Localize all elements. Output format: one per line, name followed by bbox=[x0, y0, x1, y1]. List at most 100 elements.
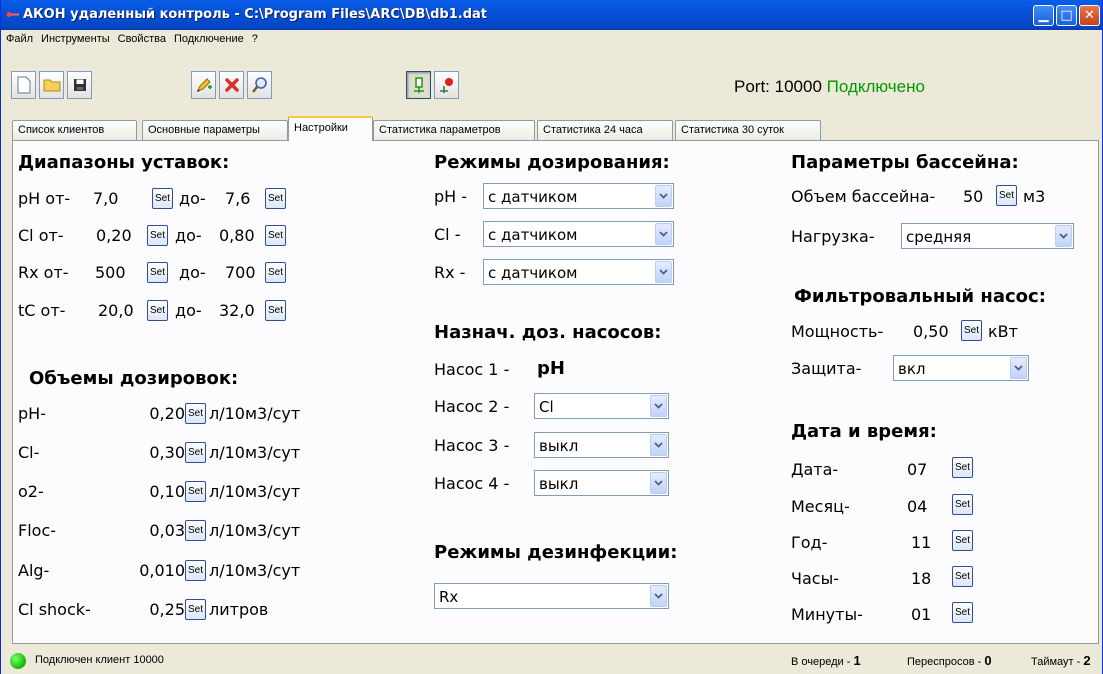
filter-protection-select[interactable]: вкл bbox=[893, 355, 1029, 381]
menu-connection[interactable]: Подключение bbox=[169, 30, 247, 45]
dosing-ph-value: с датчиком bbox=[488, 188, 578, 206]
minimize-button[interactable]: ▁ bbox=[1033, 5, 1054, 26]
new-button[interactable] bbox=[11, 71, 36, 99]
pool-load-value: средняя bbox=[906, 228, 972, 246]
save-icon bbox=[73, 79, 86, 91]
range-tc-to-set-button[interactable]: Set bbox=[265, 300, 286, 321]
chevron-down-icon[interactable] bbox=[650, 472, 667, 494]
dosing-cl-value: с датчиком bbox=[488, 226, 578, 244]
chevron-down-icon[interactable] bbox=[1055, 225, 1072, 247]
range-ph-from-value: 7,0 bbox=[93, 189, 119, 208]
maximize-icon: □ bbox=[1060, 8, 1073, 23]
chevron-down-icon[interactable] bbox=[1010, 357, 1027, 379]
pencil-add-icon bbox=[196, 78, 212, 92]
tab-param-stats[interactable]: Статистика параметров bbox=[373, 120, 535, 140]
open-button[interactable] bbox=[39, 71, 64, 99]
date-year-set-button[interactable]: Set bbox=[952, 530, 973, 551]
dose-floc-set-button[interactable]: Set bbox=[185, 520, 206, 541]
time-minutes-set-button[interactable]: Set bbox=[952, 602, 973, 623]
find-button[interactable] bbox=[247, 71, 272, 99]
minimize-icon: ▁ bbox=[1038, 8, 1049, 23]
chevron-down-icon[interactable] bbox=[650, 585, 667, 607]
tab-settings[interactable]: Настройки bbox=[288, 116, 373, 141]
pool-load-select[interactable]: средняя bbox=[901, 223, 1074, 249]
maximize-button[interactable]: □ bbox=[1056, 5, 1077, 26]
dose-o2-set-button[interactable]: Set bbox=[185, 481, 206, 502]
doses-title: Объемы дозировок: bbox=[29, 368, 239, 389]
menu-tools[interactable]: Инструменты bbox=[36, 30, 113, 45]
time-hours-set-button[interactable]: Set bbox=[952, 566, 973, 587]
range-rx-from-value: 500 bbox=[95, 263, 126, 282]
time-minutes-value: 01 bbox=[911, 605, 932, 624]
pool-volume-value: 50 bbox=[963, 187, 984, 206]
pump2-select[interactable]: Cl bbox=[534, 393, 669, 419]
time-minutes-label: Минуты- bbox=[791, 605, 863, 624]
range-tc-to-value: 32,0 bbox=[219, 301, 255, 320]
delete-button[interactable] bbox=[219, 71, 244, 99]
close-button[interactable]: ✕ bbox=[1079, 5, 1100, 26]
dose-cl-unit: л/10м3/сут bbox=[209, 443, 301, 462]
disconnect-button[interactable] bbox=[434, 71, 459, 99]
range-cl-to-set-button[interactable]: Set bbox=[265, 225, 286, 246]
menu-properties[interactable]: Свойства bbox=[113, 30, 169, 45]
menu-file[interactable]: Файл bbox=[1, 30, 36, 45]
pump4-select[interactable]: выкл bbox=[534, 470, 669, 496]
chevron-down-icon[interactable] bbox=[650, 395, 667, 417]
range-cl-from-value: 0,20 bbox=[96, 226, 132, 245]
pump2-label: Насос 2 - bbox=[434, 397, 510, 416]
dosing-modes-title: Режимы дозирования: bbox=[434, 152, 670, 173]
range-rx-to-set-button[interactable]: Set bbox=[265, 262, 286, 283]
tab-stats-30d[interactable]: Статистика 30 суток bbox=[675, 120, 821, 140]
dose-ph-set-button[interactable]: Set bbox=[185, 403, 206, 424]
save-button[interactable] bbox=[67, 71, 92, 99]
dosing-ph-label: pH - bbox=[434, 187, 468, 206]
pump3-select[interactable]: выкл bbox=[534, 432, 669, 458]
dose-o2-label: o2- bbox=[18, 482, 44, 501]
pump1-label: Насос 1 - bbox=[434, 360, 510, 379]
chevron-down-icon[interactable] bbox=[655, 223, 672, 245]
pool-volume-label: Объем бассейна- bbox=[791, 187, 936, 206]
pool-load-label: Нагрузка- bbox=[791, 227, 875, 246]
add-button[interactable] bbox=[191, 71, 216, 99]
pool-volume-set-button[interactable]: Set bbox=[996, 185, 1017, 206]
date-month-value: 04 bbox=[907, 497, 928, 516]
range-ph-to-set-button[interactable]: Set bbox=[265, 188, 286, 209]
timeout-count: 2 bbox=[1083, 653, 1091, 668]
dose-cl-set-button[interactable]: Set bbox=[185, 442, 206, 463]
dosing-ph-select[interactable]: с датчиком bbox=[483, 183, 674, 209]
queue-count: 1 bbox=[853, 653, 861, 668]
chevron-down-icon[interactable] bbox=[655, 261, 672, 283]
open-folder-icon bbox=[43, 79, 60, 92]
chevron-down-icon[interactable] bbox=[650, 434, 667, 456]
date-day-set-button[interactable]: Set bbox=[952, 457, 973, 478]
range-cl-from-set-button[interactable]: Set bbox=[147, 225, 168, 246]
date-month-set-button[interactable]: Set bbox=[952, 494, 973, 515]
tab-clients[interactable]: Список клиентов bbox=[12, 120, 137, 140]
menu-help[interactable]: ? bbox=[247, 30, 261, 45]
dose-clshock-set-button[interactable]: Set bbox=[185, 599, 206, 620]
range-ph-from-set-button[interactable]: Set bbox=[152, 188, 173, 209]
settings-panel: Диапазоны уставок: pH от- 7,0 Set до- 7,… bbox=[12, 140, 1099, 644]
disinfection-select[interactable]: Rx bbox=[434, 583, 669, 609]
dosing-cl-select[interactable]: с датчиком bbox=[483, 221, 674, 247]
range-tc-from-set-button[interactable]: Set bbox=[147, 300, 168, 321]
pump2-value: Cl bbox=[539, 398, 554, 416]
timeout-status: Таймаут - 2 bbox=[1031, 653, 1091, 668]
dose-alg-set-button[interactable]: Set bbox=[185, 560, 206, 581]
dose-floc-label: Floc- bbox=[18, 521, 57, 540]
filter-protection-value: вкл bbox=[898, 360, 926, 378]
chevron-down-icon[interactable] bbox=[655, 185, 672, 207]
range-rx-from-set-button[interactable]: Set bbox=[147, 262, 168, 283]
dosing-cl-label: Cl - bbox=[434, 225, 461, 244]
plug-connected-icon bbox=[413, 77, 424, 93]
connect-button[interactable] bbox=[406, 71, 431, 99]
time-hours-value: 18 bbox=[911, 569, 932, 588]
filter-power-label: Мощность- bbox=[791, 322, 884, 341]
tab-main-params[interactable]: Основные параметры bbox=[142, 120, 288, 140]
dose-clshock-value: 0,25 bbox=[149, 600, 185, 619]
title-bar[interactable]: АКОН удаленный контроль - C:\Program Fil… bbox=[1, 0, 1102, 30]
dosing-rx-select[interactable]: с датчиком bbox=[483, 259, 674, 285]
tab-stats-24h[interactable]: Статистика 24 часа bbox=[537, 120, 673, 140]
connection-indicator-icon bbox=[10, 653, 26, 669]
filter-power-set-button[interactable]: Set bbox=[961, 320, 982, 341]
